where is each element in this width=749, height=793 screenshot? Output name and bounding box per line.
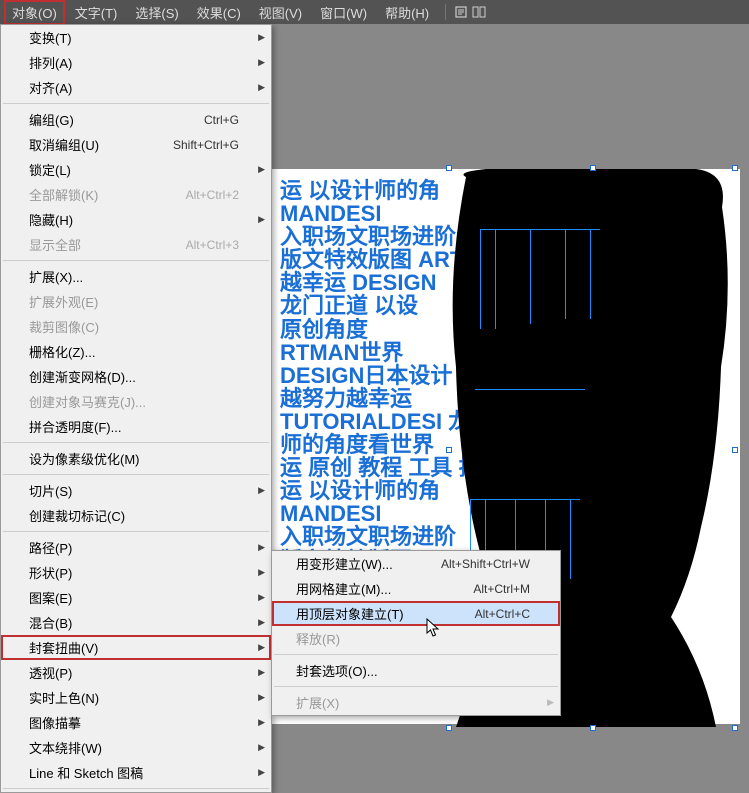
menu-blend[interactable]: 混合(B) bbox=[1, 610, 271, 635]
menu-unlock-all: 全部解锁(K)Alt+Ctrl+2 bbox=[1, 182, 271, 207]
menu-expand-appearance: 扩展外观(E) bbox=[1, 289, 271, 314]
menu-pixel-optimize[interactable]: 设为像素级优化(M) bbox=[1, 446, 271, 471]
envelope-distort-submenu: 用变形建立(W)...Alt+Shift+Ctrl+W 用网格建立(M)...A… bbox=[271, 550, 561, 716]
menu-line-sketch[interactable]: Line 和 Sketch 图稿 bbox=[1, 760, 271, 785]
menu-envelope-distort[interactable]: 封套扭曲(V) bbox=[1, 635, 271, 660]
menu-separator bbox=[274, 654, 558, 655]
menu-arrange[interactable]: 排列(A) bbox=[1, 50, 271, 75]
menu-path[interactable]: 路径(P) bbox=[1, 535, 271, 560]
menu-slice[interactable]: 切片(S) bbox=[1, 478, 271, 503]
menu-create-gradient-mesh[interactable]: 创建渐变网格(D)... bbox=[1, 364, 271, 389]
menu-separator bbox=[3, 474, 269, 475]
menu-live-paint[interactable]: 实时上色(N) bbox=[1, 685, 271, 710]
menu-align[interactable]: 对齐(A) bbox=[1, 75, 271, 100]
menu-shape[interactable]: 形状(P) bbox=[1, 560, 271, 585]
menu-create-cropmarks[interactable]: 创建裁切标记(C) bbox=[1, 503, 271, 528]
menu-create-mosaic: 创建对象马赛克(J)... bbox=[1, 389, 271, 414]
menu-transform[interactable]: 变换(T) bbox=[1, 25, 271, 50]
doc-new-icon[interactable] bbox=[454, 5, 470, 19]
submenu-make-with-warp[interactable]: 用变形建立(W)...Alt+Shift+Ctrl+W bbox=[272, 551, 560, 576]
menu-help[interactable]: 帮助(H) bbox=[377, 0, 437, 25]
menu-expand[interactable]: 扩展(X)... bbox=[1, 264, 271, 289]
menu-type[interactable]: 文字(T) bbox=[67, 0, 126, 25]
submenu-make-with-mesh[interactable]: 用网格建立(M)...Alt+Ctrl+M bbox=[272, 576, 560, 601]
menu-view[interactable]: 视图(V) bbox=[251, 0, 310, 25]
menu-flatten-transparency[interactable]: 拼合透明度(F)... bbox=[1, 414, 271, 439]
menu-text-wrap[interactable]: 文本绕排(W) bbox=[1, 735, 271, 760]
menu-rasterize[interactable]: 栅格化(Z)... bbox=[1, 339, 271, 364]
menu-lock[interactable]: 锁定(L) bbox=[1, 157, 271, 182]
menu-separator bbox=[3, 442, 269, 443]
menu-separator bbox=[3, 531, 269, 532]
menubar: 对象(O) 文字(T) 选择(S) 效果(C) 视图(V) 窗口(W) 帮助(H… bbox=[0, 0, 749, 24]
arrange-icon[interactable] bbox=[472, 5, 488, 19]
submenu-envelope-options[interactable]: 封套选项(O)... bbox=[272, 658, 560, 683]
menu-perspective[interactable]: 透视(P) bbox=[1, 660, 271, 685]
menu-ungroup[interactable]: 取消编组(U)Shift+Ctrl+G bbox=[1, 132, 271, 157]
menu-crop-image: 裁剪图像(C) bbox=[1, 314, 271, 339]
menu-separator bbox=[3, 260, 269, 261]
object-menu-dropdown: 变换(T) 排列(A) 对齐(A) 编组(G)Ctrl+G 取消编组(U)Shi… bbox=[0, 24, 272, 793]
menu-window[interactable]: 窗口(W) bbox=[312, 0, 375, 25]
menu-show-all: 显示全部Alt+Ctrl+3 bbox=[1, 232, 271, 257]
submenu-expand: 扩展(X) bbox=[272, 690, 560, 715]
menu-separator bbox=[3, 788, 269, 789]
menu-pattern[interactable]: 图案(E) bbox=[1, 585, 271, 610]
menu-group[interactable]: 编组(G)Ctrl+G bbox=[1, 107, 271, 132]
menubar-separator bbox=[445, 4, 446, 20]
menu-select[interactable]: 选择(S) bbox=[127, 0, 186, 25]
menu-effect[interactable]: 效果(C) bbox=[189, 0, 249, 25]
submenu-make-with-top-object[interactable]: 用顶层对象建立(T)Alt+Ctrl+C bbox=[272, 601, 560, 626]
submenu-release: 释放(R) bbox=[272, 626, 560, 651]
menu-hide[interactable]: 隐藏(H) bbox=[1, 207, 271, 232]
menu-separator bbox=[274, 686, 558, 687]
menu-object[interactable]: 对象(O) bbox=[4, 0, 65, 25]
menu-separator bbox=[3, 103, 269, 104]
